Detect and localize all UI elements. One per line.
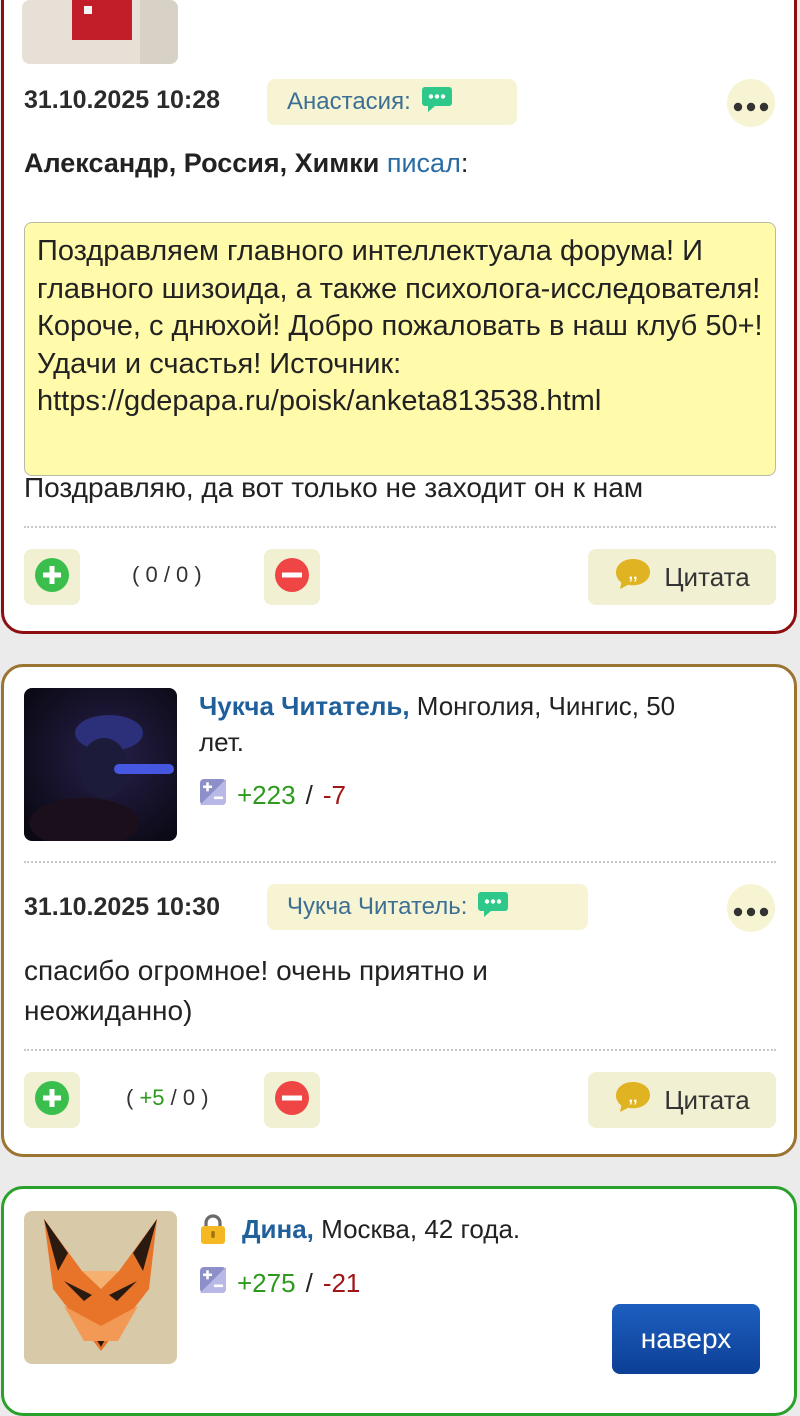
divider (24, 526, 776, 528)
scroll-to-top-button[interactable]: наверх (612, 1304, 760, 1374)
user-info: Дина, Москва, 42 года. (242, 1211, 722, 1247)
divider (24, 861, 776, 863)
lock-icon (199, 1213, 227, 1250)
score-open: ( (132, 562, 146, 587)
rating-sep: / (305, 1268, 313, 1298)
quote-icon: ,, (614, 1080, 652, 1121)
quote-header: Александр, Россия, Химки писал: (24, 148, 468, 179)
chat-bubble-icon (477, 890, 509, 925)
score-close: ) (188, 562, 202, 587)
rating-icon (199, 1266, 227, 1301)
rating-plus: +275 (237, 1268, 296, 1298)
rating-sep: / (305, 780, 313, 810)
rating-minus: -7 (322, 780, 346, 810)
chat-bubble-icon (421, 85, 453, 120)
quoted-link[interactable]: писал (387, 148, 461, 178)
score-sep: / (164, 1085, 183, 1110)
user-rating: +223 / -7 (199, 778, 346, 813)
minus-circle-icon (274, 1080, 310, 1121)
quote-colon: : (460, 148, 469, 178)
user-name[interactable]: Чукча Читатель, (199, 691, 410, 721)
score-minus: 0 (182, 1085, 196, 1110)
score-plus: 0 (145, 562, 158, 587)
vote-up-button[interactable] (24, 1072, 80, 1128)
avatar[interactable] (24, 688, 177, 841)
post-body: спасибо огромное! очень приятно и неожид… (24, 955, 488, 1026)
score-plus: +5 (139, 1085, 165, 1110)
more-options-button[interactable] (727, 884, 775, 932)
more-options-button[interactable] (727, 79, 775, 127)
avatar[interactable] (22, 0, 178, 64)
quoted-author: Александр, Россия, Химки (24, 148, 380, 178)
cite-label: Цитата (664, 561, 750, 592)
user-name[interactable]: Дина, (242, 1214, 314, 1244)
more-dots-icon (733, 893, 769, 924)
svg-text:,,: ,, (629, 1089, 638, 1106)
user-rating: +275 / -21 (199, 1266, 360, 1301)
divider (24, 1049, 776, 1051)
rating-minus: -21 (322, 1268, 361, 1298)
quoted-message: Поздравляем главного интеллектуала форум… (24, 222, 776, 476)
minus-circle-icon (274, 557, 310, 598)
user-info: Чукча Читатель, Монголия, Чингис, 50 лет… (199, 688, 719, 760)
post-date: 31.10.2025 10:28 (24, 86, 221, 114)
cite-label: Цитата (664, 1084, 750, 1115)
plus-circle-icon (34, 1080, 70, 1121)
score-sep: / (157, 562, 177, 587)
avatar[interactable] (24, 1211, 177, 1364)
post-body: Поздравляю, да вот только не заходит он … (24, 472, 644, 503)
vote-score: ( +5 / 0 ) (126, 1085, 209, 1111)
cite-button[interactable]: ,, Цитата (588, 1072, 776, 1128)
vote-up-button[interactable] (24, 549, 80, 605)
rating-plus: +223 (237, 780, 296, 810)
user-details: Москва, 42 года. (313, 1214, 521, 1244)
reply-label: Анастасия: (287, 88, 411, 115)
vote-down-button[interactable] (264, 1072, 320, 1128)
vote-score: ( 0 / 0 ) (132, 562, 202, 588)
plus-circle-icon (34, 557, 70, 598)
reply-button[interactable]: Анастасия: (267, 79, 517, 125)
reply-button[interactable]: Чукча Читатель: (267, 884, 588, 930)
score-close: ) (195, 1085, 209, 1110)
cite-button[interactable]: ,, Цитата (588, 549, 776, 605)
vote-down-button[interactable] (264, 549, 320, 605)
score-minus: 0 (176, 562, 189, 587)
rating-icon (199, 778, 227, 813)
post-date: 31.10.2025 10:30 (24, 893, 221, 921)
reply-label: Чукча Читатель: (287, 893, 468, 920)
svg-text:,,: ,, (629, 566, 638, 583)
score-open: ( (126, 1085, 140, 1110)
more-dots-icon (733, 88, 769, 119)
quote-icon: ,, (614, 557, 652, 598)
